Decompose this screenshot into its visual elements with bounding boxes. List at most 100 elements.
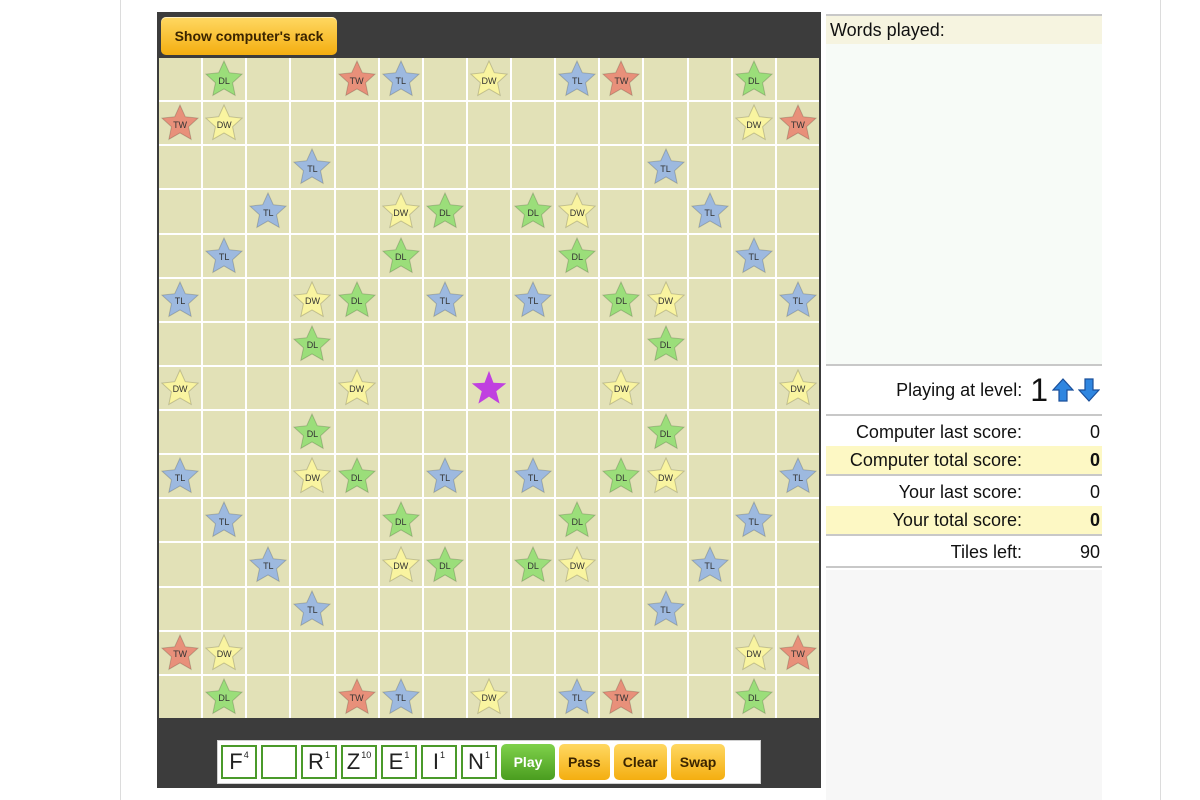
board-cell[interactable] bbox=[732, 190, 775, 233]
board-cell[interactable]: TL bbox=[203, 234, 246, 277]
board-cell[interactable] bbox=[776, 322, 819, 365]
board-cell[interactable] bbox=[688, 631, 731, 674]
board-cell[interactable] bbox=[467, 455, 511, 498]
board-cell[interactable] bbox=[203, 322, 246, 365]
board-cell[interactable]: DL bbox=[291, 322, 334, 365]
board-cell[interactable] bbox=[467, 278, 511, 321]
board-cell[interactable] bbox=[644, 631, 687, 674]
board-cell[interactable] bbox=[335, 543, 378, 586]
board-cell[interactable] bbox=[335, 322, 378, 365]
board-cell[interactable] bbox=[776, 543, 819, 586]
board-cell[interactable] bbox=[247, 102, 290, 145]
board-cell[interactable] bbox=[423, 631, 466, 674]
board-cell[interactable] bbox=[291, 675, 334, 718]
board-cell[interactable] bbox=[732, 322, 775, 365]
board-cell[interactable]: DL bbox=[335, 455, 378, 498]
board-cell[interactable] bbox=[644, 190, 687, 233]
board-cell[interactable] bbox=[512, 631, 555, 674]
board-cell[interactable]: DW bbox=[732, 631, 775, 674]
board-cell[interactable]: DL bbox=[732, 675, 775, 718]
board-cell[interactable]: DL bbox=[423, 543, 466, 586]
board-cell[interactable] bbox=[600, 146, 643, 189]
board-cell[interactable]: DL bbox=[203, 675, 246, 718]
board-cell[interactable]: DL bbox=[556, 499, 599, 542]
board-cell[interactable] bbox=[732, 366, 775, 410]
board-cell[interactable] bbox=[379, 455, 422, 498]
board-cell[interactable]: DW bbox=[291, 455, 334, 498]
board-cell[interactable] bbox=[203, 278, 246, 321]
board-cell[interactable] bbox=[467, 499, 511, 542]
board-cell[interactable] bbox=[247, 455, 290, 498]
board-cell[interactable]: TL bbox=[379, 675, 422, 718]
board-cell[interactable]: TL bbox=[379, 58, 422, 101]
board-cell[interactable] bbox=[688, 278, 731, 321]
board-cell[interactable]: TL bbox=[688, 190, 731, 233]
board-cell[interactable] bbox=[379, 366, 422, 410]
board-cell[interactable]: TL bbox=[291, 146, 334, 189]
board-cell[interactable] bbox=[644, 366, 687, 410]
rack-tile[interactable]: Z 10 bbox=[341, 745, 377, 779]
board-cell[interactable]: TW bbox=[335, 675, 378, 718]
board-cell[interactable] bbox=[247, 587, 290, 630]
swap-button[interactable]: Swap bbox=[670, 744, 726, 780]
board-cell[interactable] bbox=[467, 234, 511, 277]
board-cell[interactable]: TW bbox=[776, 102, 819, 145]
board-cell[interactable] bbox=[203, 455, 246, 498]
board-cell[interactable]: DW bbox=[291, 278, 334, 321]
board-cell[interactable]: DL bbox=[600, 455, 643, 498]
board-cell[interactable] bbox=[512, 411, 555, 454]
board-cell[interactable]: TL bbox=[732, 234, 775, 277]
board-cell[interactable]: TL bbox=[159, 455, 202, 498]
board-cell[interactable] bbox=[512, 322, 555, 365]
board-cell[interactable] bbox=[644, 58, 687, 101]
board-cell[interactable] bbox=[688, 58, 731, 101]
board-cell[interactable] bbox=[776, 234, 819, 277]
show-computer-rack-button[interactable]: Show computer's rack bbox=[161, 17, 337, 55]
board-cell[interactable]: DL bbox=[291, 411, 334, 454]
board-cell[interactable] bbox=[247, 278, 290, 321]
board-cell[interactable] bbox=[644, 499, 687, 542]
board-cell[interactable] bbox=[291, 543, 334, 586]
board-cell[interactable] bbox=[512, 102, 555, 145]
board-cell[interactable] bbox=[423, 234, 466, 277]
board-cell[interactable] bbox=[688, 675, 731, 718]
board-cell[interactable] bbox=[556, 102, 599, 145]
board-cell[interactable] bbox=[732, 146, 775, 189]
board-cell[interactable]: DW bbox=[644, 278, 687, 321]
level-down-arrow-icon[interactable] bbox=[1078, 378, 1100, 402]
board-cell[interactable] bbox=[644, 543, 687, 586]
board-cell[interactable] bbox=[600, 499, 643, 542]
rack-tile[interactable]: I1 bbox=[421, 745, 457, 779]
board-cell[interactable] bbox=[512, 366, 555, 410]
board-cell[interactable] bbox=[203, 190, 246, 233]
pass-button[interactable]: Pass bbox=[559, 744, 610, 780]
board-cell[interactable] bbox=[247, 675, 290, 718]
board-cell[interactable]: DL bbox=[379, 234, 422, 277]
board-cell[interactable] bbox=[159, 234, 202, 277]
board-cell[interactable] bbox=[423, 102, 466, 145]
board-cell[interactable]: DL bbox=[512, 190, 555, 233]
rack-tile[interactable]: E1 bbox=[381, 745, 417, 779]
board-cell[interactable] bbox=[291, 102, 334, 145]
board-cell[interactable] bbox=[379, 146, 422, 189]
board-cell[interactable]: DL bbox=[203, 58, 246, 101]
board-cell[interactable] bbox=[776, 58, 819, 101]
board-cell[interactable] bbox=[291, 366, 334, 410]
board-cell[interactable] bbox=[335, 234, 378, 277]
board-cell[interactable] bbox=[732, 455, 775, 498]
board-cell[interactable] bbox=[776, 190, 819, 233]
rack-tile[interactable]: N1 bbox=[461, 745, 497, 779]
board-cell[interactable]: TW bbox=[159, 631, 202, 674]
rack-tile[interactable]: R1 bbox=[301, 745, 337, 779]
board-cell[interactable] bbox=[688, 587, 731, 630]
board-cell[interactable]: TL bbox=[556, 58, 599, 101]
board-cell[interactable]: TL bbox=[556, 675, 599, 718]
board-cell[interactable] bbox=[512, 146, 555, 189]
board-cell[interactable]: DW bbox=[379, 543, 422, 586]
board-cell[interactable]: TW bbox=[600, 675, 643, 718]
board-cell[interactable] bbox=[159, 543, 202, 586]
board-cell[interactable] bbox=[556, 278, 599, 321]
board-cell[interactable] bbox=[203, 146, 246, 189]
board-cell[interactable]: DL bbox=[556, 234, 599, 277]
board-cell[interactable] bbox=[159, 675, 202, 718]
